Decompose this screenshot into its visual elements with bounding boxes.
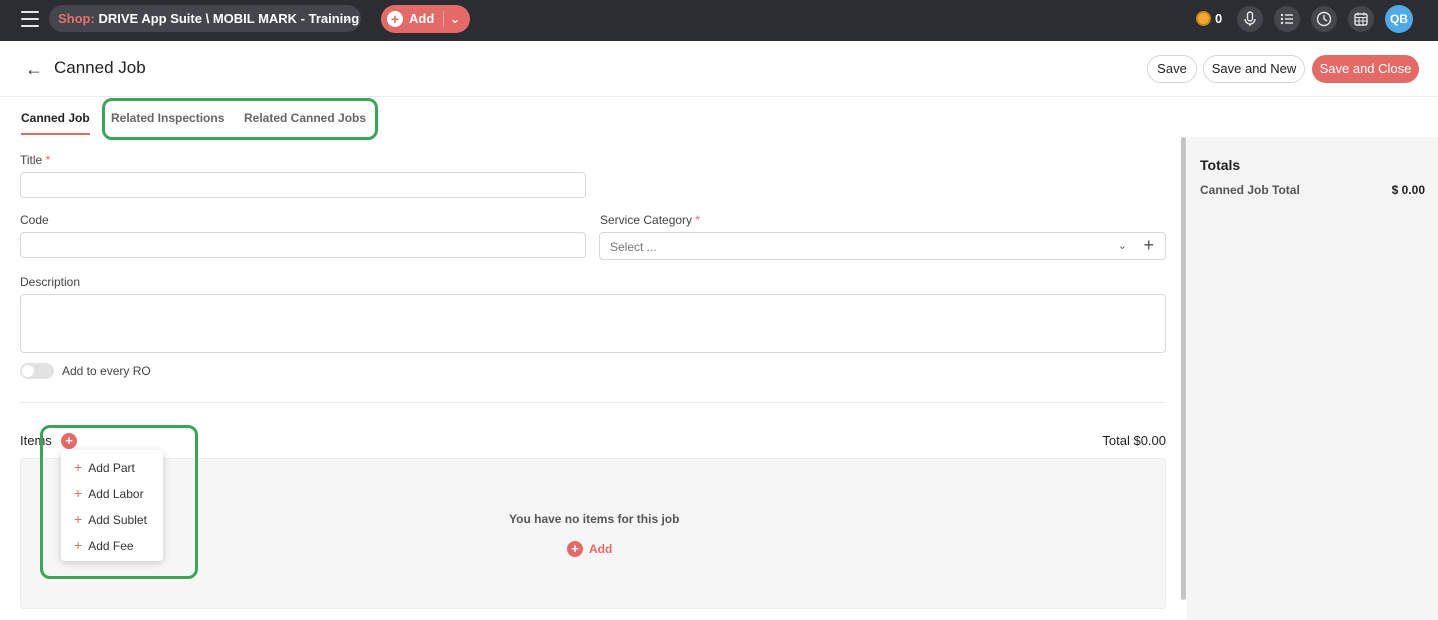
totals-title: Totals [1200, 157, 1241, 173]
service-category-label: Service Category * [600, 213, 701, 227]
empty-add-button[interactable]: + Add [567, 541, 612, 557]
chevron-down-icon[interactable]: ⌄ [450, 5, 460, 33]
service-category-placeholder: Select ... [610, 240, 657, 254]
code-input[interactable] [20, 232, 586, 258]
shop-selector[interactable]: Shop: DRIVE App Suite \ MOBIL MARK - Tra… [49, 5, 361, 32]
items-total: Total $0.00 [1102, 433, 1166, 448]
totals-panel [1187, 137, 1438, 620]
clock-icon[interactable] [1311, 6, 1337, 32]
menu-highlight-box [40, 425, 198, 579]
calendar-icon[interactable] [1348, 6, 1374, 32]
back-arrow-icon[interactable]: ← [25, 59, 43, 80]
scrollbar[interactable] [1181, 137, 1186, 600]
plus-circle-icon: + [387, 11, 403, 27]
microphone-icon[interactable] [1237, 6, 1263, 32]
add-button[interactable]: + Add ⌄ [381, 5, 470, 33]
chevron-down-icon: ⌄ [341, 12, 351, 24]
add-category-icon[interactable]: + [1143, 235, 1154, 256]
service-category-select[interactable]: Select ... ⌄ + [599, 232, 1166, 260]
save-and-new-button[interactable]: Save and New [1203, 55, 1305, 83]
canned-job-total-label: Canned Job Total [1200, 183, 1300, 197]
page-header: ← Canned Job Save Save and New Save and … [0, 41, 1438, 97]
plus-circle-icon: + [567, 541, 583, 557]
active-tab-indicator [21, 133, 90, 135]
tabs-highlight-box [102, 98, 378, 140]
add-to-every-ro-toggle[interactable] [20, 363, 54, 379]
code-label: Code [20, 213, 49, 227]
add-button-label: Add [409, 11, 435, 26]
coin-icon [1196, 11, 1211, 26]
divider [20, 402, 1166, 403]
title-label: Title * [20, 153, 51, 167]
title-input[interactable] [20, 172, 586, 198]
add-to-every-ro-label: Add to every RO [62, 364, 151, 378]
list-icon[interactable] [1274, 6, 1300, 32]
shop-name: DRIVE App Suite \ MOBIL MARK - Training [98, 11, 360, 26]
tab-canned-job[interactable]: Canned Job [21, 111, 90, 125]
save-and-close-button[interactable]: Save and Close [1312, 55, 1419, 83]
empty-items-message: You have no items for this job [509, 512, 680, 526]
chevron-down-icon: ⌄ [1117, 240, 1127, 252]
required-marker: * [45, 153, 51, 167]
description-label: Description [20, 275, 81, 289]
description-textarea[interactable] [20, 294, 1166, 353]
save-button[interactable]: Save [1147, 55, 1197, 83]
page-title: Canned Job [54, 58, 146, 77]
top-bar: Shop: DRIVE App Suite \ MOBIL MARK - Tra… [0, 0, 1438, 41]
shop-label: Shop: [58, 11, 95, 26]
avatar[interactable]: QB [1385, 5, 1413, 33]
coin-count: 0 [1215, 11, 1223, 26]
required-marker: * [695, 213, 701, 227]
hamburger-menu-icon[interactable] [21, 11, 39, 27]
canned-job-total-value: $ 0.00 [1391, 183, 1425, 197]
